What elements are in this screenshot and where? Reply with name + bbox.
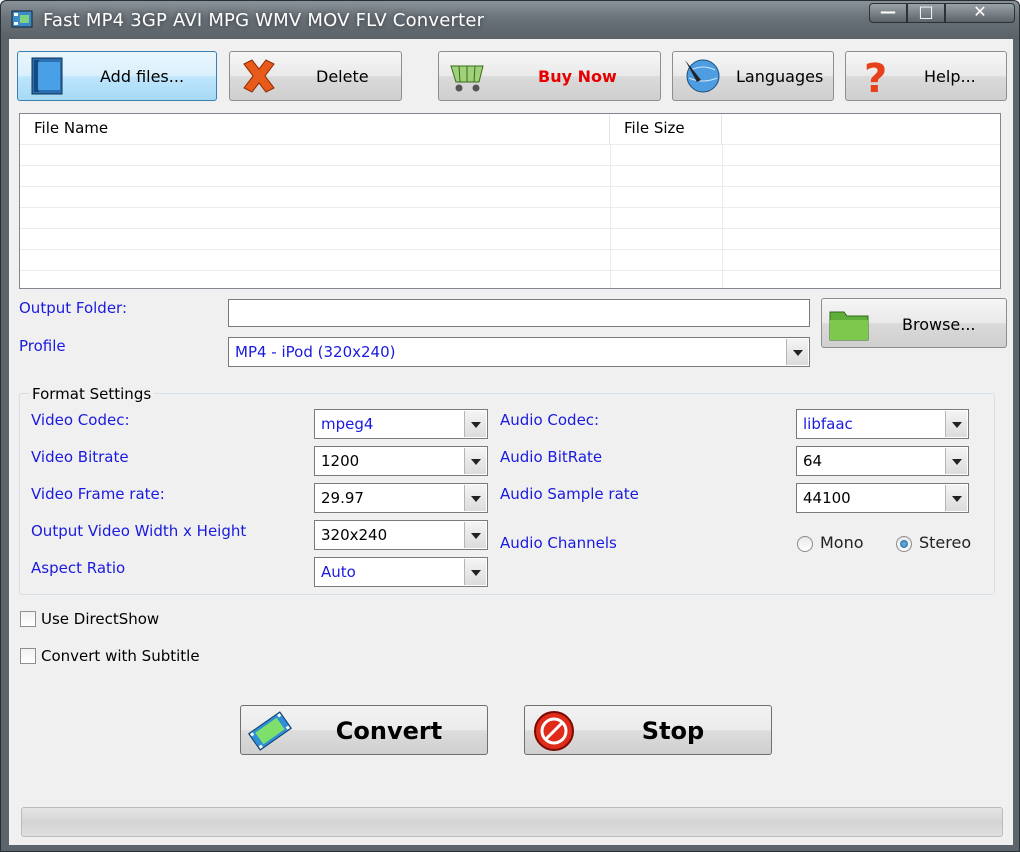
stop-label: Stop (641, 717, 705, 745)
video-codec-select[interactable]: mpeg4 (314, 409, 488, 439)
minimize-icon: — (880, 2, 896, 21)
row-divider (20, 228, 1000, 229)
stop-button[interactable]: Stop (524, 705, 772, 755)
row-divider (20, 186, 1000, 187)
app-window: Fast MP4 3GP AVI MPG WMV MOV FLV Convert… (0, 0, 1020, 852)
chevron-down-icon[interactable] (464, 559, 486, 585)
chevron-down-icon[interactable] (464, 448, 486, 474)
shopping-cart-icon (450, 65, 484, 92)
row-divider (20, 165, 1000, 166)
column-header-file-size[interactable]: File Size (610, 114, 722, 144)
file-list[interactable]: File Name File Size (19, 113, 1001, 289)
row-divider (20, 144, 1000, 145)
audio-channels-label: Audio Channels (500, 534, 617, 552)
maximize-icon: □ (918, 2, 934, 21)
output-folder-label: Output Folder: (19, 299, 128, 317)
video-bitrate-label: Video Bitrate (31, 448, 129, 466)
output-size-select[interactable]: 320x240 (314, 520, 488, 550)
question-mark-icon: ? (864, 56, 887, 96)
red-x-icon (243, 59, 275, 93)
svg-text:?: ? (864, 56, 887, 96)
stop-sign-icon (534, 711, 574, 751)
browse-label: Browse... (902, 315, 976, 334)
audio-bitrate-select[interactable]: 64 (796, 446, 969, 476)
profile-value: MP4 - iPod (320x240) (235, 343, 396, 361)
add-files-button[interactable]: Add files... (17, 51, 217, 101)
languages-label: Languages (736, 67, 824, 86)
close-icon: ✕ (973, 2, 987, 21)
convert-button[interactable]: Convert (240, 705, 488, 755)
video-codec-label: Video Codec: (31, 411, 130, 429)
maximize-button[interactable]: □ (907, 2, 945, 23)
buy-now-button[interactable]: Buy Now (438, 51, 661, 101)
aspect-ratio-select[interactable]: Auto (314, 557, 488, 587)
window-title: Fast MP4 3GP AVI MPG WMV MOV FLV Convert… (43, 10, 485, 31)
chevron-down-icon[interactable] (945, 411, 967, 437)
folder-icon (829, 311, 869, 341)
languages-button[interactable]: Languages (672, 51, 834, 101)
progress-bar (21, 807, 1003, 837)
column-header-file-name[interactable]: File Name (20, 114, 610, 144)
close-button[interactable]: ✕ (945, 2, 1015, 23)
frame-rate-label: Video Frame rate: (31, 485, 165, 503)
chevron-down-icon[interactable] (786, 339, 808, 365)
chevron-down-icon[interactable] (464, 485, 486, 511)
mono-radio[interactable] (797, 536, 813, 552)
chevron-down-icon[interactable] (945, 448, 967, 474)
stereo-label: Stereo (919, 533, 972, 552)
audio-codec-select[interactable]: libfaac (796, 409, 969, 439)
help-button[interactable]: ? Help... (845, 51, 1007, 101)
profile-select[interactable]: MP4 - iPod (320x240) (228, 337, 810, 367)
aspect-ratio-label: Aspect Ratio (31, 559, 126, 577)
help-label: Help... (924, 67, 976, 86)
row-divider (20, 270, 1000, 271)
mono-label: Mono (820, 533, 864, 552)
audio-codec-label: Audio Codec: (500, 411, 600, 429)
delete-label: Delete (316, 67, 369, 86)
row-divider (20, 207, 1000, 208)
sample-rate-select[interactable]: 44100 (796, 483, 969, 513)
app-icon (11, 10, 33, 28)
chevron-down-icon[interactable] (464, 411, 486, 437)
output-folder-input[interactable] (228, 299, 810, 327)
chevron-down-icon[interactable] (464, 522, 486, 548)
audio-bitrate-label: Audio BitRate (500, 448, 603, 466)
row-divider (20, 249, 1000, 250)
frame-rate-select[interactable]: 29.97 (314, 483, 488, 513)
add-files-label: Add files... (100, 67, 185, 86)
format-settings-title: Format Settings (29, 385, 155, 403)
globe-pen-icon (685, 59, 720, 93)
sample-rate-label: Audio Sample rate (500, 485, 639, 503)
use-directshow-checkbox[interactable] (20, 611, 36, 627)
client-area: Add files... Delete Buy Now Languages ? … (9, 39, 1013, 845)
profile-label: Profile (19, 337, 66, 355)
buy-now-label: Buy Now (538, 67, 617, 86)
convert-label: Convert (335, 717, 443, 745)
subtitle-checkbox[interactable] (20, 648, 36, 664)
video-bitrate-select[interactable]: 1200 (314, 446, 488, 476)
browse-button[interactable]: Browse... (821, 298, 1007, 348)
delete-button[interactable]: Delete (229, 51, 402, 101)
film-reel-icon (248, 711, 292, 751)
use-directshow-label: Use DirectShow (41, 610, 160, 628)
film-icon (31, 57, 63, 95)
output-size-label: Output Video Width x Height (31, 522, 247, 540)
subtitle-label: Convert with Subtitle (41, 647, 200, 665)
minimize-button[interactable]: — (869, 2, 907, 23)
chevron-down-icon[interactable] (945, 485, 967, 511)
title-bar[interactable]: Fast MP4 3GP AVI MPG WMV MOV FLV Convert… (1, 1, 1019, 39)
stereo-radio[interactable] (896, 536, 912, 552)
